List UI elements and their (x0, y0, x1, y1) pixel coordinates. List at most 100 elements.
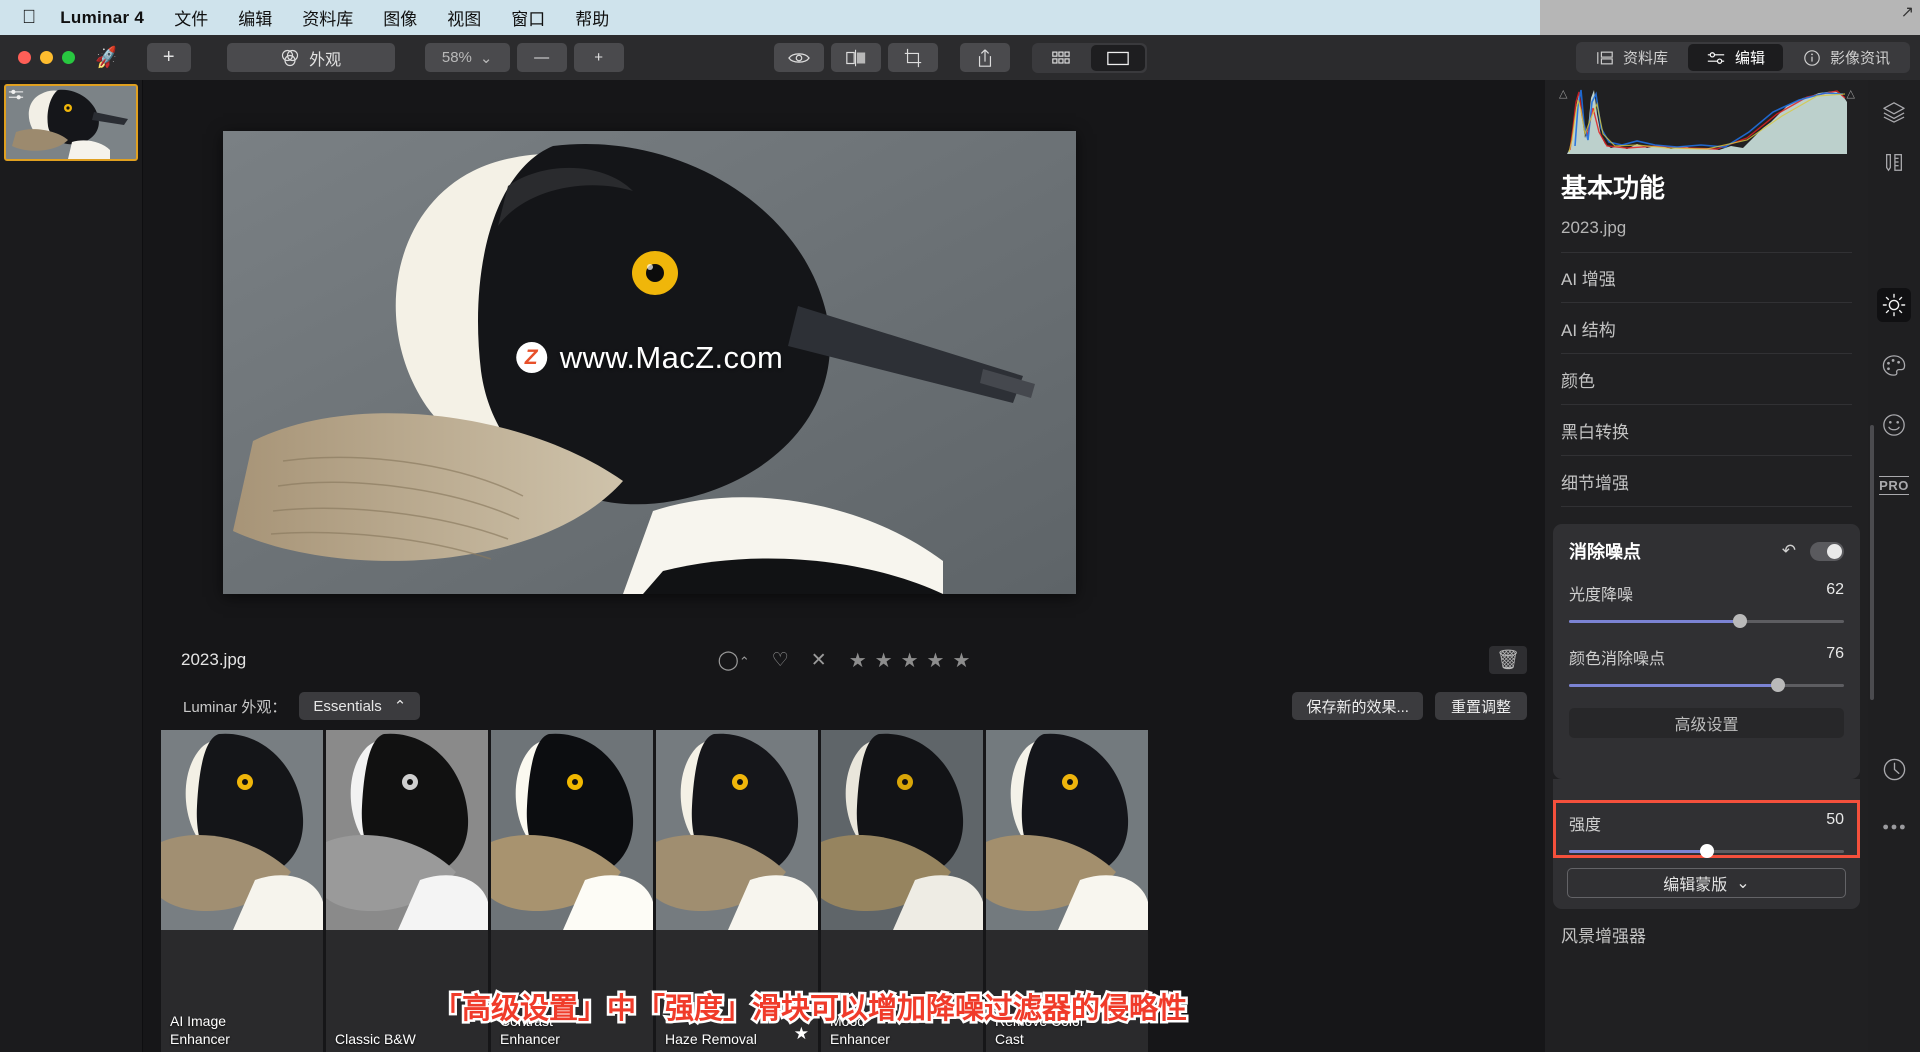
star-1[interactable]: ★ (849, 648, 867, 673)
reset-adjustments-button[interactable]: 重置调整 (1435, 692, 1527, 720)
filter-row-landscape-enhancer[interactable]: 风景增强器 (1561, 922, 1646, 947)
layers-icon[interactable] (1877, 95, 1911, 129)
color-noise-slider[interactable] (1569, 678, 1844, 692)
slider-knob[interactable] (1733, 614, 1747, 628)
star-5[interactable]: ★ (952, 648, 970, 673)
strength-slider-row: 强度 50 (1556, 803, 1857, 855)
filmstrip-thumbnail[interactable] (4, 84, 138, 161)
rating-bar: ◯⌃ ♡ ✕ ★ ★ ★ ★ ★ (718, 648, 971, 673)
menu-item-edit[interactable]: 编辑 (238, 5, 272, 30)
preset-thumb-graphic (326, 730, 488, 930)
share-button[interactable] (960, 43, 1010, 72)
star-rating[interactable]: ★ ★ ★ ★ ★ (849, 648, 971, 673)
app-name-label[interactable]: Luminar 4 (60, 8, 144, 28)
mode-library-button[interactable]: 资料库 (1578, 44, 1686, 71)
advanced-settings-button[interactable]: 高级设置 (1569, 708, 1844, 738)
apple-icon[interactable]:  (22, 8, 36, 27)
sun-essentials-icon[interactable] (1877, 288, 1911, 322)
zoom-in-button[interactable]: + (574, 43, 624, 72)
crop-button[interactable] (888, 43, 938, 72)
highlight-clipping-icon[interactable]: △ (1847, 87, 1855, 100)
tools-glyph (1882, 151, 1906, 173)
star-2[interactable]: ★ (875, 648, 893, 673)
preset-thumb-graphic (656, 730, 818, 930)
trash-icon[interactable]: 🗑 (1489, 646, 1527, 674)
edit-mask-button[interactable]: 编辑蒙版 ⌄ (1567, 868, 1846, 898)
more-dots-icon[interactable] (1877, 810, 1911, 844)
strength-slider[interactable] (1569, 844, 1844, 858)
star-3[interactable]: ★ (901, 648, 919, 673)
save-new-look-button[interactable]: 保存新的效果... (1292, 692, 1423, 720)
mode-switcher: 资料库 编辑 影像资讯 (1576, 42, 1910, 73)
luminance-noise-slider[interactable] (1569, 614, 1844, 628)
mode-edit-button[interactable]: 编辑 (1688, 44, 1783, 71)
color-label-icon[interactable]: ◯⌃ (718, 649, 750, 672)
history-clock-icon[interactable] (1877, 752, 1911, 786)
slider-fill (1569, 684, 1778, 687)
close-window-button[interactable] (18, 51, 31, 64)
preset-thumb-graphic (821, 730, 983, 930)
mode-library-label: 资料库 (1623, 47, 1668, 68)
single-view-button[interactable] (1091, 45, 1145, 71)
main-photo[interactable]: Z www.MacZ.com (223, 131, 1076, 594)
adjust-icon (8, 88, 24, 105)
menu-item-help[interactable]: 帮助 (575, 5, 609, 30)
menubar-status-area: ↗ (1540, 0, 1920, 35)
reject-icon[interactable]: ✕ (811, 649, 827, 672)
compare-button[interactable] (831, 43, 881, 72)
tools-icon[interactable] (1877, 145, 1911, 179)
looks-collection-dropdown[interactable]: Essentials ⌃ (299, 692, 420, 720)
shadow-clipping-icon[interactable]: △ (1559, 87, 1567, 100)
filter-row-detail-enhance[interactable]: 细节增强 (1561, 456, 1852, 507)
menu-item-view[interactable]: 视图 (447, 5, 481, 30)
filter-row-ai-enhance[interactable]: AI 增强 (1561, 252, 1852, 303)
maximize-window-button[interactable] (62, 51, 75, 64)
photo-info-row: 2023.jpg ◯⌃ ♡ ✕ ★ ★ ★ ★ ★ 🗑 (143, 636, 1545, 684)
menu-item-file[interactable]: 文件 (174, 5, 208, 30)
rocket-icon[interactable]: 🚀 (93, 44, 120, 72)
luminance-noise-label-row: 光度降噪 62 (1569, 581, 1844, 605)
zoom-level-dropdown[interactable]: 58% ⌄ (425, 43, 510, 72)
palette-creative-icon[interactable] (1877, 348, 1911, 382)
minimize-window-button[interactable] (40, 51, 53, 64)
noise-reduction-toggle[interactable] (1810, 542, 1844, 561)
edit-sliders-icon (1706, 50, 1726, 66)
mode-info-button[interactable]: 影像资讯 (1785, 44, 1908, 71)
add-photos-button[interactable]: + (147, 43, 191, 72)
layers-glyph (1882, 101, 1906, 123)
histogram[interactable]: △ △ (1567, 88, 1847, 154)
panel-filename: 2023.jpg (1561, 218, 1626, 238)
filmstrip-panel (0, 80, 143, 1052)
grid-view-button[interactable] (1034, 45, 1088, 71)
menu-item-image[interactable]: 图像 (383, 5, 417, 30)
menu-item-window[interactable]: 窗口 (511, 5, 545, 30)
slider-knob[interactable] (1771, 678, 1785, 692)
preview-eye-button[interactable] (774, 43, 824, 72)
thumbnail-selection-border (4, 84, 138, 161)
preset-thumb-graphic (986, 730, 1148, 930)
preset-thumb-graphic (161, 730, 323, 930)
menu-item-library[interactable]: 资料库 (302, 5, 353, 30)
filter-row-ai-structure[interactable]: AI 结构 (1561, 303, 1852, 354)
window-controls (18, 51, 75, 64)
view-tool-group (774, 43, 938, 72)
chevron-down-icon: ⌄ (480, 49, 493, 67)
portrait-face-icon[interactable] (1877, 408, 1911, 442)
chevron-up-icon: ⌃ (394, 697, 407, 715)
looks-bar: Luminar 外观： Essentials ⌃ 保存新的效果... 重置调整 (143, 684, 1545, 728)
menubar-extra-icon[interactable]: ↗ (1901, 2, 1914, 22)
preset-favorite-star-icon[interactable]: ★ (794, 1024, 809, 1044)
filter-row-black-white[interactable]: 黑白转换 (1561, 405, 1852, 456)
star-4[interactable]: ★ (927, 648, 945, 673)
looks-button[interactable]: 外观 (227, 43, 395, 72)
pro-icon[interactable]: PRO (1877, 468, 1911, 502)
panel-scrollbar[interactable] (1870, 425, 1874, 700)
heart-icon[interactable]: ♡ (772, 649, 789, 672)
preset-item[interactable]: AI ImageEnhancer (161, 730, 323, 1052)
zoom-out-button[interactable]: — (517, 43, 567, 72)
preset-label: AI ImageEnhancer (170, 1013, 230, 1048)
filter-row-color[interactable]: 颜色 (1561, 354, 1852, 405)
undo-icon[interactable]: ↶ (1782, 541, 1796, 561)
slider-knob[interactable] (1700, 844, 1714, 858)
view-mode-group (1032, 43, 1147, 73)
